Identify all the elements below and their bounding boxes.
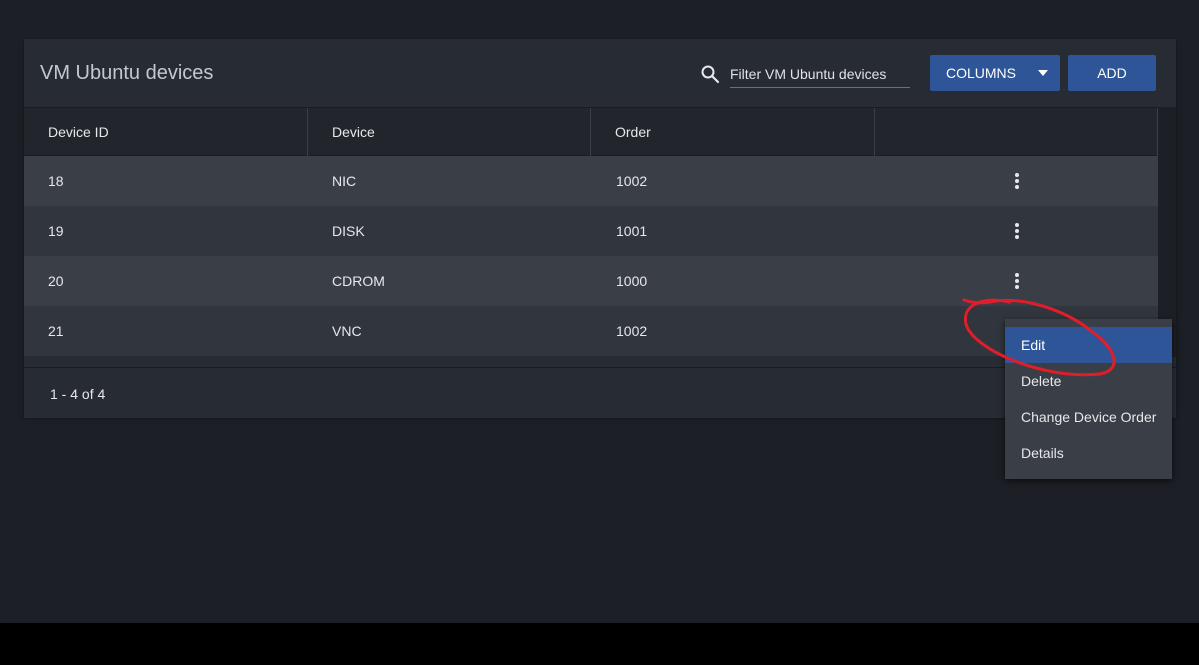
cell-device: NIC	[332, 173, 357, 189]
menu-item-change-device-order[interactable]: Change Device Order	[1005, 399, 1172, 435]
cell-order: 1002	[616, 323, 648, 339]
cell-device-id: 21	[48, 323, 64, 339]
bottom-black-bar	[0, 623, 1199, 665]
row-actions-menu: Edit Delete Change Device Order Details	[1005, 319, 1172, 479]
menu-item-details[interactable]: Details	[1005, 435, 1172, 471]
cell-device: DISK	[332, 223, 365, 239]
devices-card: VM Ubuntu devices COLUMNS ADD Device ID …	[24, 39, 1176, 418]
cell-device: VNC	[332, 323, 362, 339]
more-vert-icon[interactable]	[1008, 271, 1026, 291]
cell-device: CDROM	[332, 273, 385, 289]
table-header: Device ID Device Order	[24, 107, 1158, 156]
cell-order: 1001	[616, 223, 648, 239]
table-row[interactable]: 20 CDROM 1000	[24, 256, 1158, 306]
column-header-device[interactable]: Device	[308, 108, 591, 156]
more-vert-icon[interactable]	[1008, 171, 1026, 191]
table-row[interactable]: 18 NIC 1002	[24, 156, 1158, 206]
columns-button[interactable]: COLUMNS	[930, 55, 1060, 91]
cell-order: 1000	[616, 273, 648, 289]
table-footer: 1 - 4 of 4	[24, 367, 1176, 418]
caret-down-icon	[1038, 70, 1048, 76]
column-header-actions	[875, 108, 1158, 156]
cell-device-id: 18	[48, 173, 64, 189]
table-body: 18 NIC 1002 19 DISK 1001 20 CDROM 1000 2…	[24, 156, 1158, 356]
pagination-label: 1 - 4 of 4	[50, 386, 106, 402]
table-row[interactable]: 21 VNC 1002	[24, 306, 1158, 356]
page: VM Ubuntu devices COLUMNS ADD Device ID …	[0, 0, 1199, 665]
more-vert-icon[interactable]	[1008, 221, 1026, 241]
cell-order: 1002	[616, 173, 648, 189]
filter-input[interactable]	[730, 61, 910, 88]
card-header: VM Ubuntu devices COLUMNS ADD	[24, 39, 1176, 107]
table-row[interactable]: 19 DISK 1001	[24, 206, 1158, 256]
cell-device-id: 20	[48, 273, 64, 289]
column-header-order[interactable]: Order	[591, 108, 875, 156]
columns-button-label: COLUMNS	[946, 65, 1017, 81]
add-button[interactable]: ADD	[1068, 55, 1156, 91]
search-icon	[701, 65, 720, 84]
menu-item-edit[interactable]: Edit	[1005, 327, 1172, 363]
card-title: VM Ubuntu devices	[40, 62, 214, 84]
column-header-device-id[interactable]: Device ID	[24, 108, 308, 156]
menu-item-delete[interactable]: Delete	[1005, 363, 1172, 399]
cell-device-id: 19	[48, 223, 64, 239]
